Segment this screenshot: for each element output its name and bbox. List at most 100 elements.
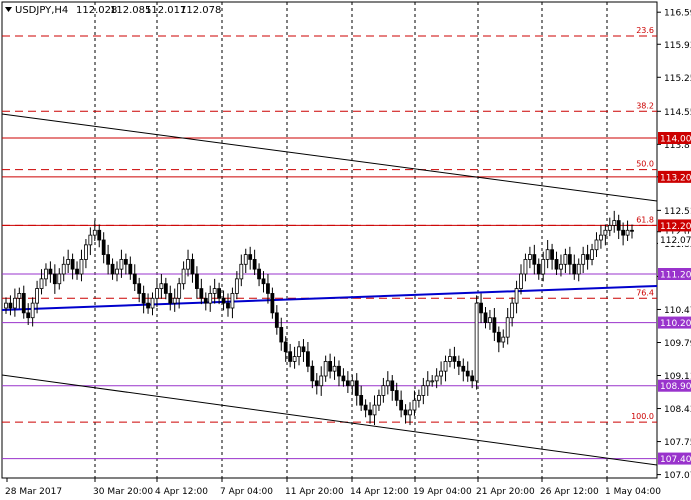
candle-body — [425, 380, 430, 387]
candle-body — [314, 380, 319, 387]
price-tick-label: 108.43 — [664, 405, 691, 415]
candle-body — [612, 220, 617, 226]
candle-body — [301, 346, 306, 353]
price-level-tag-label: 111.20 — [660, 271, 691, 281]
candle-body — [341, 375, 346, 382]
candle-body — [576, 263, 581, 275]
candle-body — [230, 293, 235, 309]
candle-body — [21, 293, 26, 314]
candle-body — [261, 278, 266, 285]
candle-body — [585, 254, 590, 260]
candle-body — [345, 380, 350, 387]
candle-body — [97, 229, 102, 241]
fibonacci-label: 76.4 — [636, 288, 654, 297]
price-tick-label: 116.59 — [664, 9, 691, 19]
candle-body — [88, 234, 93, 246]
candle-body — [234, 278, 239, 294]
candle-body — [61, 263, 66, 275]
candle-body — [123, 259, 128, 265]
candle-body — [394, 390, 399, 401]
candle-body — [186, 259, 190, 270]
candle-body — [172, 297, 177, 304]
candle-body — [226, 302, 230, 309]
price-level-tag-label: 108.90 — [660, 382, 691, 392]
candle-body — [483, 312, 488, 323]
price-chart[interactable]: 23.6 38.2 50.0 61.8 76.4 100.0 116.59 115.93 11… — [0, 0, 691, 500]
candle-body — [70, 259, 75, 270]
candle-body — [439, 370, 443, 377]
price-level-tag-label: 112.20 — [660, 222, 691, 232]
candle-body — [359, 395, 364, 406]
candle-body — [4, 302, 8, 309]
fibonacci-label: 50.0 — [636, 160, 654, 169]
candle-body — [430, 380, 435, 383]
candle-body — [403, 409, 408, 416]
candle-body — [128, 263, 133, 275]
candle-body — [488, 317, 492, 323]
time-tick-label: 30 Mar 20:00 — [93, 487, 153, 497]
candle-body — [110, 263, 115, 275]
candle-body — [368, 409, 372, 416]
price-level-tags: 114.00 113.20 112.20 111.20 110.20 108.90 107.… — [658, 132, 691, 465]
candle-body — [57, 273, 62, 285]
candle-body — [337, 365, 341, 377]
candle-body — [17, 293, 22, 299]
candle-body — [190, 259, 195, 275]
candle-body — [132, 273, 137, 285]
time-tick-label: 11 Apr 20:00 — [285, 487, 344, 497]
candle-body — [363, 404, 368, 411]
price-level-tag-label: 113.20 — [660, 173, 691, 183]
price-tick-label: 112.51 — [664, 207, 691, 217]
price-tick-label: 110.47 — [664, 306, 691, 316]
candle-body — [452, 356, 457, 362]
candle-body — [510, 302, 515, 319]
candle-body — [119, 259, 124, 270]
candle-body — [274, 312, 279, 328]
candle-body — [607, 225, 612, 231]
price-tick-label: 115.93 — [664, 41, 691, 51]
candle-body — [372, 404, 377, 416]
candle-body — [168, 293, 173, 304]
candle-body — [48, 268, 53, 275]
candle-body — [563, 254, 568, 265]
chart-header: USDJPY,H4 112.028 112.085 112.017 112.07… — [5, 5, 221, 16]
candle-body — [270, 293, 275, 314]
candle-body — [519, 273, 523, 289]
candle-body — [8, 302, 13, 309]
time-tick-label: 28 Mar 2017 — [5, 487, 62, 497]
candle-body — [252, 259, 257, 270]
candle-body — [527, 254, 532, 260]
symbol-label: USDJPY,H4 — [15, 5, 68, 16]
candle-body — [163, 283, 168, 294]
price-tick-label: 115.25 — [664, 74, 691, 84]
candle-body — [554, 259, 559, 270]
candle-body — [501, 336, 506, 343]
fibonacci-label: 23.6 — [636, 26, 654, 35]
candle-body — [84, 244, 88, 260]
candle-body — [155, 288, 159, 299]
candle-body — [350, 380, 355, 387]
time-tick-label: 19 Apr 04:00 — [413, 487, 472, 497]
candle-body — [319, 375, 324, 387]
candle-body — [354, 380, 359, 396]
time-tick-label: 21 Apr 20:00 — [476, 487, 535, 497]
candle-body — [306, 351, 310, 367]
candle-body — [599, 234, 603, 241]
candle-body — [470, 375, 475, 382]
candle-body — [288, 351, 293, 362]
candle-body — [35, 288, 39, 304]
candle-body — [474, 302, 479, 382]
candle-body — [310, 365, 315, 382]
candle-body — [257, 268, 261, 280]
candle-body — [541, 259, 546, 275]
candle-body — [559, 263, 563, 270]
price-level-tag-label: 110.20 — [660, 319, 691, 329]
candle-body — [332, 365, 337, 372]
fibonacci-label: 61.8 — [636, 215, 654, 224]
candle-body — [492, 317, 497, 333]
candle-body — [532, 254, 537, 265]
candle-body — [92, 229, 97, 236]
candle-body — [390, 380, 395, 391]
candle-body — [496, 331, 501, 343]
candle-body — [137, 283, 142, 294]
